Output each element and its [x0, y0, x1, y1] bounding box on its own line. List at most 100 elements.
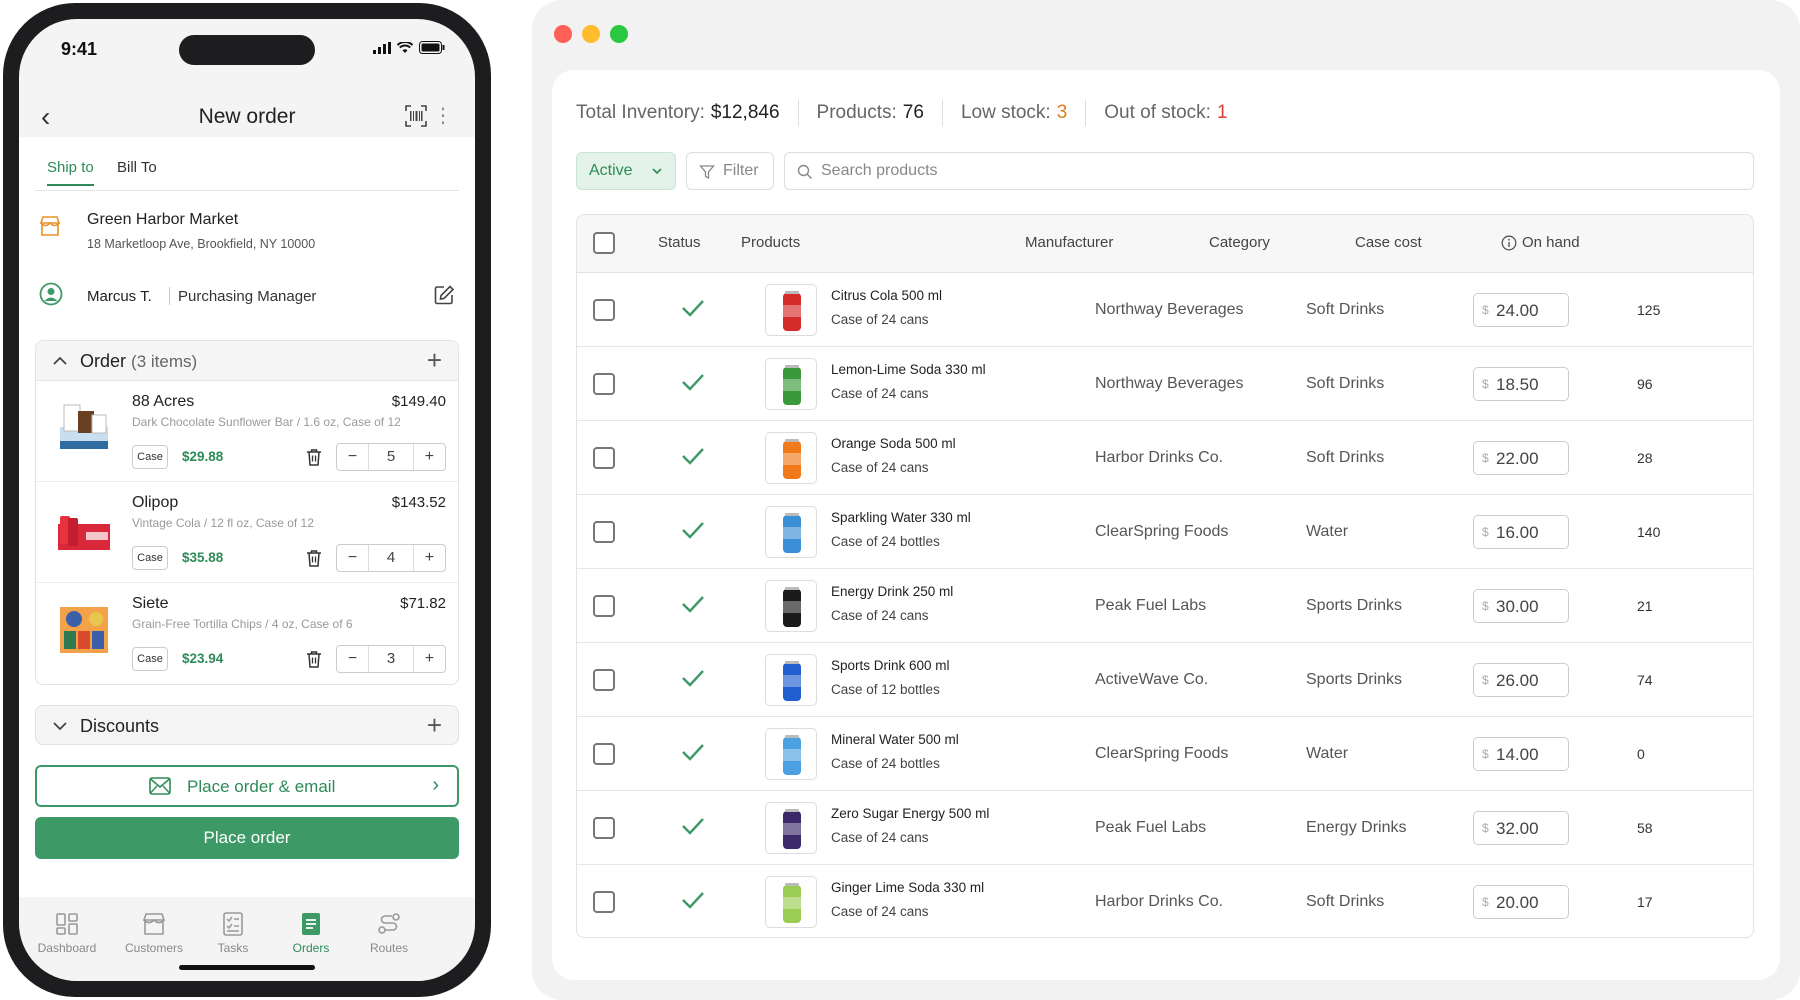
product-name[interactable]: Lemon-Lime Soda 330 ml	[831, 362, 986, 377]
case-cost-input[interactable]: $ 24.00	[1473, 293, 1569, 327]
decrement-button[interactable]: −	[337, 545, 368, 571]
row-checkbox[interactable]	[593, 891, 615, 913]
row-checkbox[interactable]	[593, 669, 615, 691]
status-time: 9:41	[61, 39, 98, 59]
item-name: 88 Acres	[132, 393, 195, 410]
row-checkbox[interactable]	[593, 817, 615, 839]
place-order-email-button[interactable]: Place order & email ›	[35, 765, 459, 807]
tab-customers[interactable]: Customers	[112, 911, 196, 955]
product-image	[765, 358, 817, 410]
row-checkbox[interactable]	[593, 521, 615, 543]
tab-bill-to[interactable]: Bill To	[117, 159, 157, 176]
column-products[interactable]: Products	[741, 234, 800, 251]
search-input[interactable]	[821, 159, 1721, 183]
order-header[interactable]: Order (3 items) +	[36, 341, 458, 381]
case-cost-input[interactable]: $ 22.00	[1473, 441, 1569, 475]
battery-icon	[419, 41, 445, 54]
table-row[interactable]: Sparkling Water 330 ml Case of 24 bottle…	[577, 495, 1753, 569]
product-name[interactable]: Ginger Lime Soda 330 ml	[831, 880, 984, 895]
order-section: Order (3 items) + 88 Acres $149.40 Dark …	[35, 340, 459, 685]
more-options-icon[interactable]: ⋮	[433, 103, 453, 128]
tab-orders[interactable]: Orders	[269, 911, 353, 955]
active-check-icon	[682, 522, 704, 539]
add-discount-button[interactable]: +	[427, 710, 442, 741]
decrement-button[interactable]: −	[337, 646, 368, 672]
discounts-section[interactable]: Discounts +	[35, 705, 459, 745]
tab-dashboard[interactable]: Dashboard	[25, 911, 109, 955]
product-image	[765, 506, 817, 558]
row-checkbox[interactable]	[593, 447, 615, 469]
row-checkbox[interactable]	[593, 299, 615, 321]
trash-icon[interactable]	[306, 650, 322, 668]
quantity-value[interactable]: 3	[368, 646, 414, 672]
case-cost-input[interactable]: $ 20.00	[1473, 885, 1569, 919]
product-name[interactable]: Mineral Water 500 ml	[831, 732, 959, 747]
tab-tasks[interactable]: Tasks	[191, 911, 275, 955]
decrement-button[interactable]: −	[337, 444, 368, 470]
table-row[interactable]: Energy Drink 250 ml Case of 24 cans Peak…	[577, 569, 1753, 643]
row-checkbox[interactable]	[593, 373, 615, 395]
column-on-hand[interactable]: On hand	[1501, 234, 1580, 251]
unit-selector[interactable]: Case	[132, 647, 168, 671]
table-row[interactable]: Orange Soda 500 ml Case of 24 cans Harbo…	[577, 421, 1753, 495]
case-cost-input[interactable]: $ 26.00	[1473, 663, 1569, 697]
status-bar: 9:41	[19, 19, 475, 89]
increment-button[interactable]: +	[414, 545, 445, 571]
table-row[interactable]: Citrus Cola 500 ml Case of 24 cans North…	[577, 273, 1753, 347]
product-name[interactable]: Citrus Cola 500 ml	[831, 288, 942, 303]
increment-button[interactable]: +	[414, 444, 445, 470]
case-cost-input[interactable]: $ 30.00	[1473, 589, 1569, 623]
case-cost-value: 14.00	[1496, 745, 1539, 764]
barcode-scan-icon[interactable]	[405, 105, 427, 132]
window-close-button[interactable]	[554, 25, 572, 43]
quantity-value[interactable]: 5	[368, 444, 414, 470]
row-checkbox[interactable]	[593, 595, 615, 617]
case-cost-input[interactable]: $ 18.50	[1473, 367, 1569, 401]
case-cost-input[interactable]: $ 14.00	[1473, 737, 1569, 771]
edit-icon[interactable]	[433, 284, 455, 306]
table-row[interactable]: Lemon-Lime Soda 330 ml Case of 24 cans N…	[577, 347, 1753, 421]
select-all-checkbox[interactable]	[593, 232, 615, 254]
manufacturer: Peak Fuel Labs	[1095, 819, 1207, 836]
order-item[interactable]: Olipop $143.52 Vintage Cola / 12 fl oz, …	[36, 482, 458, 583]
column-case-cost[interactable]: Case cost	[1355, 234, 1422, 251]
orders-icon	[302, 913, 320, 935]
product-name[interactable]: Energy Drink 250 ml	[831, 584, 953, 599]
case-cost-input[interactable]: $ 16.00	[1473, 515, 1569, 549]
product-name[interactable]: Sparkling Water 330 ml	[831, 510, 971, 525]
unit-selector[interactable]: Case	[132, 546, 168, 570]
increment-button[interactable]: +	[414, 646, 445, 672]
column-manufacturer[interactable]: Manufacturer	[1025, 234, 1113, 251]
product-name[interactable]: Zero Sugar Energy 500 ml	[831, 806, 989, 821]
status-filter-dropdown[interactable]: Active	[576, 152, 676, 190]
tab-routes[interactable]: Routes	[347, 911, 431, 955]
order-item[interactable]: 88 Acres $149.40 Dark Chocolate Sunflowe…	[36, 381, 458, 482]
product-name[interactable]: Orange Soda 500 ml	[831, 436, 956, 451]
place-order-button[interactable]: Place order	[35, 817, 459, 859]
trash-icon[interactable]	[306, 549, 322, 567]
unit-price: $35.88	[182, 550, 224, 565]
table-row[interactable]: Zero Sugar Energy 500 ml Case of 24 cans…	[577, 791, 1753, 865]
table-row[interactable]: Ginger Lime Soda 330 ml Case of 24 cans …	[577, 865, 1753, 937]
window-maximize-button[interactable]	[610, 25, 628, 43]
quantity-value[interactable]: 4	[368, 545, 414, 571]
row-checkbox[interactable]	[593, 743, 615, 765]
column-category[interactable]: Category	[1209, 234, 1270, 251]
order-item[interactable]: Siete $71.82 Grain-Free Tortilla Chips /…	[36, 583, 458, 684]
table-row[interactable]: Sports Drink 600 ml Case of 12 bottles A…	[577, 643, 1753, 717]
unit-selector[interactable]: Case	[132, 445, 168, 469]
chevron-down-icon[interactable]	[52, 718, 68, 734]
tab-ship-to[interactable]: Ship to	[47, 159, 94, 186]
window-minimize-button[interactable]	[582, 25, 600, 43]
trash-icon[interactable]	[306, 448, 322, 466]
chevron-up-icon[interactable]	[52, 353, 68, 369]
active-check-icon	[682, 448, 704, 465]
filter-button[interactable]: Filter	[686, 152, 774, 190]
column-status[interactable]: Status	[658, 234, 701, 251]
product-name[interactable]: Sports Drink 600 ml	[831, 658, 950, 673]
search-box[interactable]	[784, 152, 1754, 190]
info-icon[interactable]	[1501, 235, 1517, 251]
add-item-button[interactable]: +	[427, 345, 442, 376]
case-cost-input[interactable]: $ 32.00	[1473, 811, 1569, 845]
table-row[interactable]: Mineral Water 500 ml Case of 24 bottles …	[577, 717, 1753, 791]
